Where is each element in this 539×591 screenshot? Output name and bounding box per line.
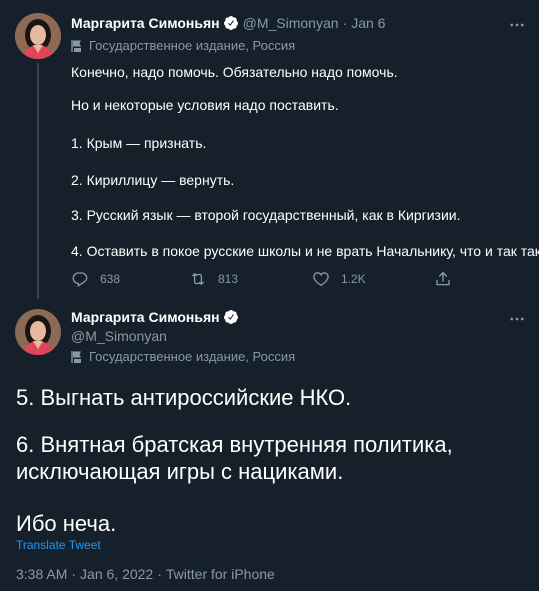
reply-icon <box>72 272 88 287</box>
state-media-label[interactable]: Государственное издание, Россия <box>71 349 295 364</box>
like-button[interactable]: 1.2K <box>312 270 366 288</box>
more-dots-icon[interactable] <box>506 308 528 330</box>
tweet-header: Маргарита Симоньян <box>71 309 243 325</box>
state-media-flag-icon <box>71 350 84 364</box>
like-count: 1.2K <box>341 272 366 286</box>
separator-dot: · <box>157 566 162 582</box>
avatar[interactable] <box>15 309 61 355</box>
handle[interactable]: @M_Simonyan <box>243 15 339 31</box>
tweet-text-line: 6. Внятная братская внутренняя политика, <box>16 432 453 457</box>
tweet-metadata: 3:38 AM · Jan 6, 2022 · Twitter for iPho… <box>16 566 275 582</box>
tweet-actions: 638 813 1.2K <box>71 270 481 288</box>
verified-badge-icon <box>223 15 239 31</box>
reply-count: 638 <box>100 272 121 286</box>
state-media-label[interactable]: Государственное издание, Россия <box>71 38 295 53</box>
tweet-header: Маргарита Симоньян @M_Simonyan · Jan 6 <box>71 15 385 31</box>
tweet-text-line: 4. Оставить в покое русские школы и не в… <box>71 243 539 259</box>
tweet-source[interactable]: Twitter for iPhone <box>166 566 275 582</box>
state-media-flag-icon <box>71 39 84 53</box>
heart-icon <box>313 272 329 287</box>
tweet-text-line: исключающая игры с нациками. <box>16 459 344 484</box>
thread-connector-line <box>37 63 39 299</box>
retweet-count: 813 <box>218 272 239 286</box>
display-name[interactable]: Маргарита Симоньян <box>71 15 220 31</box>
tweet-text-line: Но и некоторые условия надо поставить. <box>71 97 339 113</box>
tweet-text-line: 5. Выгнать антироссийские НКО. <box>16 385 352 410</box>
separator-dot: · <box>71 566 77 582</box>
display-name[interactable]: Маргарита Симоньян <box>71 309 220 325</box>
share-button[interactable] <box>434 270 452 288</box>
tweet-time[interactable]: 3:38 AM <box>16 566 67 582</box>
tweet-thread: Маргарита Симоньян @M_Simonyan · Jan 6 Г… <box>0 0 539 591</box>
translate-tweet-link[interactable]: Translate Tweet <box>16 538 101 552</box>
verified-badge-icon <box>223 309 239 325</box>
avatar-image <box>15 309 61 355</box>
more-dots-icon[interactable] <box>506 14 528 36</box>
tweet-text-line: 1. Крым — признать. <box>71 135 207 151</box>
state-media-label-text: Государственное издание, Россия <box>89 349 296 364</box>
retweet-icon <box>191 273 205 285</box>
share-icon <box>436 271 450 286</box>
separator-dot: · <box>342 15 348 31</box>
tweet-text-line: 3. Русский язык — второй государственный… <box>71 207 461 223</box>
tweet-text-line: 2. Кириллицу — вернуть. <box>71 172 235 188</box>
tweet-text-line: Ибо неча. <box>16 511 117 536</box>
avatar[interactable] <box>15 13 61 59</box>
retweet-button[interactable]: 813 <box>189 270 238 288</box>
tweet-text-line: Конечно, надо помочь. Обязательно надо п… <box>71 64 398 80</box>
reply-button[interactable]: 638 <box>71 270 120 288</box>
tweet-1[interactable]: Маргарита Симоньян @M_Simonyan · Jan 6 Г… <box>0 0 539 300</box>
tweet-date[interactable]: Jan 6 <box>351 15 385 31</box>
avatar-image <box>15 13 61 59</box>
state-media-label-text: Государственное издание, Россия <box>89 38 296 53</box>
tweet-full-date[interactable]: Jan 6, 2022 <box>80 566 153 582</box>
handle[interactable]: @M_Simonyan <box>71 328 167 344</box>
